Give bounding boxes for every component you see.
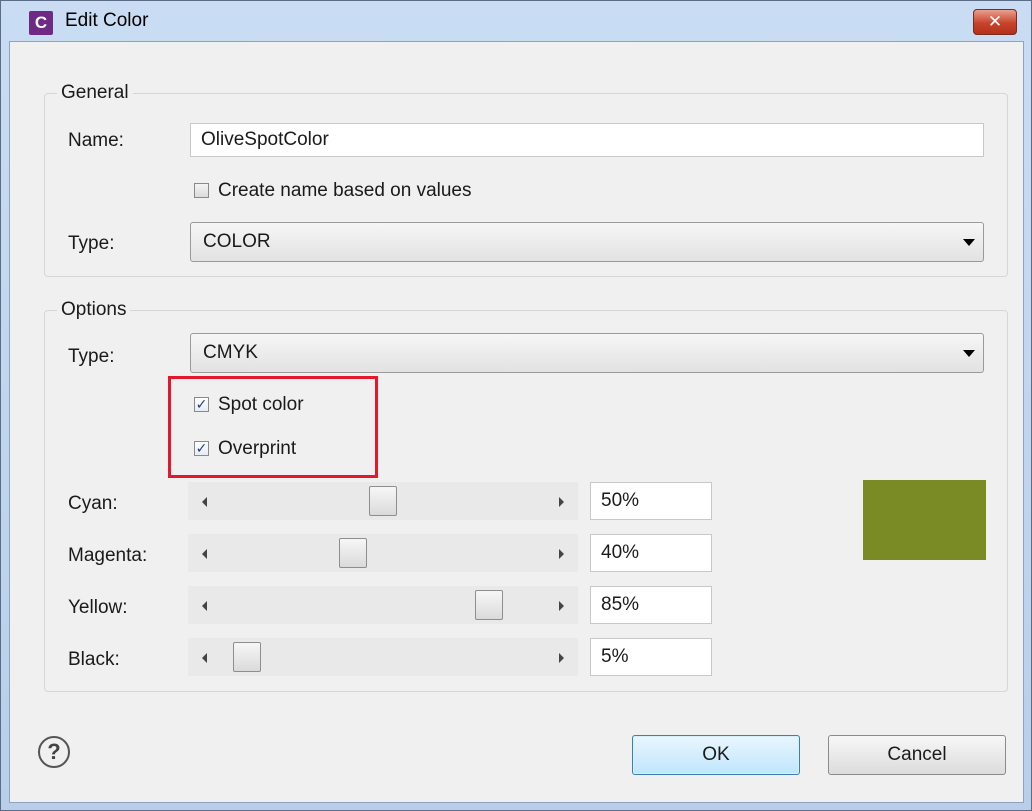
ok-button[interactable]: OK (632, 735, 800, 775)
yellow-slider[interactable] (188, 586, 578, 624)
highlight-box (168, 376, 378, 478)
options-type-select[interactable]: CMYK (190, 333, 984, 373)
magenta-value-field[interactable]: 40% (590, 534, 712, 572)
color-preview-swatch (863, 480, 986, 560)
yellow-slider-thumb[interactable] (474, 590, 503, 620)
black-label: Black: (68, 649, 120, 670)
cyan-label: Cyan: (68, 493, 118, 514)
general-legend: General (57, 82, 133, 104)
check-icon: ✓ (195, 396, 208, 412)
title-bar[interactable]: C Edit Color ✕ (1, 1, 1031, 41)
overprint-label: Overprint (218, 438, 297, 459)
cyan-slider[interactable] (188, 482, 578, 520)
scroll-right-icon[interactable] (559, 653, 564, 663)
create-name-label: Create name based on values (218, 180, 472, 201)
magenta-slider-thumb[interactable] (338, 538, 367, 568)
chevron-down-icon (963, 350, 975, 357)
black-slider[interactable] (188, 638, 578, 676)
scroll-left-icon[interactable] (202, 601, 207, 611)
scroll-right-icon[interactable] (559, 601, 564, 611)
dialog-body: General Name: OliveSpotColor Create name… (9, 41, 1024, 803)
scroll-right-icon[interactable] (559, 497, 564, 507)
black-value-field[interactable]: 5% (590, 638, 712, 676)
cyan-slider-thumb[interactable] (369, 486, 397, 516)
overprint-checkbox-row[interactable]: ✓ Overprint (194, 438, 354, 462)
scroll-left-icon[interactable] (202, 497, 207, 507)
scroll-left-icon[interactable] (202, 653, 207, 663)
name-label: Name: (68, 130, 124, 151)
scroll-left-icon[interactable] (202, 549, 207, 559)
close-button[interactable]: ✕ (973, 9, 1017, 35)
magenta-label: Magenta: (68, 545, 148, 566)
cancel-button[interactable]: Cancel (828, 735, 1006, 775)
spot-color-checkbox[interactable]: ✓ (194, 397, 209, 412)
options-type-label: Type: (68, 346, 115, 367)
yellow-label: Yellow: (68, 597, 128, 618)
general-type-value: COLOR (203, 231, 271, 252)
general-type-select[interactable]: COLOR (190, 222, 984, 262)
options-legend: Options (57, 299, 131, 321)
scroll-right-icon[interactable] (559, 549, 564, 559)
black-slider-thumb[interactable] (233, 642, 262, 672)
options-type-value: CMYK (203, 342, 258, 363)
name-field[interactable]: OliveSpotColor (190, 123, 984, 157)
overprint-checkbox[interactable]: ✓ (194, 441, 209, 456)
window-title: Edit Color (65, 10, 149, 31)
create-name-checkbox[interactable] (194, 183, 209, 198)
check-icon: ✓ (195, 440, 208, 456)
create-name-checkbox-row[interactable]: Create name based on values (194, 180, 554, 204)
magenta-slider[interactable] (188, 534, 578, 572)
close-icon: ✕ (987, 12, 1003, 31)
app-icon: C (29, 11, 53, 35)
cyan-value-field[interactable]: 50% (590, 482, 712, 520)
chevron-down-icon (963, 239, 975, 246)
yellow-value-field[interactable]: 85% (590, 586, 712, 624)
spot-color-checkbox-row[interactable]: ✓ Spot color (194, 394, 354, 418)
general-type-label: Type: (68, 233, 115, 254)
spot-color-label: Spot color (218, 394, 304, 415)
help-icon[interactable]: ? (38, 736, 70, 768)
edit-color-dialog: C Edit Color ✕ General Name: OliveSpotCo… (0, 0, 1032, 811)
